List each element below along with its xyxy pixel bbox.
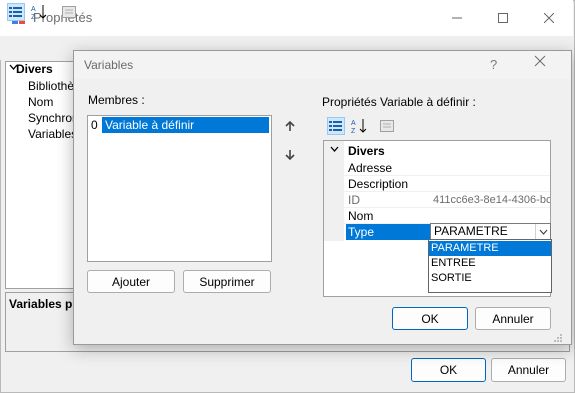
property-pages-icon[interactable] <box>60 3 78 21</box>
type-combobox-value[interactable]: PARAMETRE <box>434 224 508 239</box>
properties-label: Propriétés Variable à définir : <box>322 95 476 109</box>
categorized-view-icon[interactable] <box>327 117 345 135</box>
property-value-id[interactable]: 411cc6e3-8e14-4306-bc7 <box>431 192 550 208</box>
close-button[interactable] <box>526 0 572 36</box>
property-row-variables[interactable]: Variables <box>28 126 77 142</box>
cancel-button[interactable]: Annuler <box>491 358 566 382</box>
property-name-description[interactable]: Description <box>346 176 430 192</box>
category-label: Divers <box>16 62 53 76</box>
alphabetical-sort-icon[interactable]: AZ <box>30 3 48 21</box>
resize-grip-icon[interactable] <box>553 333 563 345</box>
property-name-id[interactable]: ID <box>346 192 430 208</box>
member-item-selected[interactable]: Variable à définir <box>102 117 269 133</box>
help-button[interactable]: ? <box>490 57 497 72</box>
ok-button[interactable]: OK <box>411 358 486 382</box>
chevron-down-icon[interactable] <box>535 224 550 239</box>
property-name-type[interactable]: Type <box>346 224 430 240</box>
dialog-cancel-button[interactable]: Annuler <box>475 307 551 330</box>
property-name-adresse[interactable]: Adresse <box>346 160 430 176</box>
svg-text:A: A <box>351 120 356 127</box>
member-index[interactable]: 0 <box>89 117 101 133</box>
type-option-entree[interactable]: ENTREE <box>429 256 551 271</box>
chevron-down-icon[interactable] <box>330 145 339 157</box>
type-option-sortie[interactable]: SORTIE <box>429 271 551 286</box>
type-option-parametre[interactable]: PARAMETRE <box>429 241 551 256</box>
members-list[interactable] <box>87 115 272 262</box>
property-value-nom[interactable] <box>431 208 550 224</box>
property-row-nom[interactable]: Nom <box>28 94 53 110</box>
property-pages-icon[interactable] <box>378 117 396 135</box>
alphabetical-sort-icon[interactable]: AZ <box>350 117 368 135</box>
svg-text:Z: Z <box>351 128 356 134</box>
category-label: Divers <box>348 144 385 158</box>
maximize-button[interactable] <box>480 0 526 36</box>
property-value-adresse[interactable] <box>431 160 550 176</box>
arrow-down-icon[interactable] <box>283 148 297 162</box>
dialog-title: Variables <box>84 58 134 72</box>
minimize-button[interactable] <box>434 0 480 36</box>
add-button[interactable]: Ajouter <box>87 270 175 293</box>
svg-text:A: A <box>31 6 36 13</box>
categorized-view-icon[interactable] <box>7 3 25 21</box>
dialog-ok-button[interactable]: OK <box>392 307 468 330</box>
members-label: Membres : <box>88 93 145 107</box>
property-name-nom[interactable]: Nom <box>346 208 430 224</box>
remove-button[interactable]: Supprimer <box>183 270 271 293</box>
svg-text:Z: Z <box>31 14 36 20</box>
arrow-up-icon[interactable] <box>283 119 297 133</box>
property-value-description[interactable] <box>431 176 550 192</box>
dialog-close-icon[interactable] <box>534 54 546 72</box>
